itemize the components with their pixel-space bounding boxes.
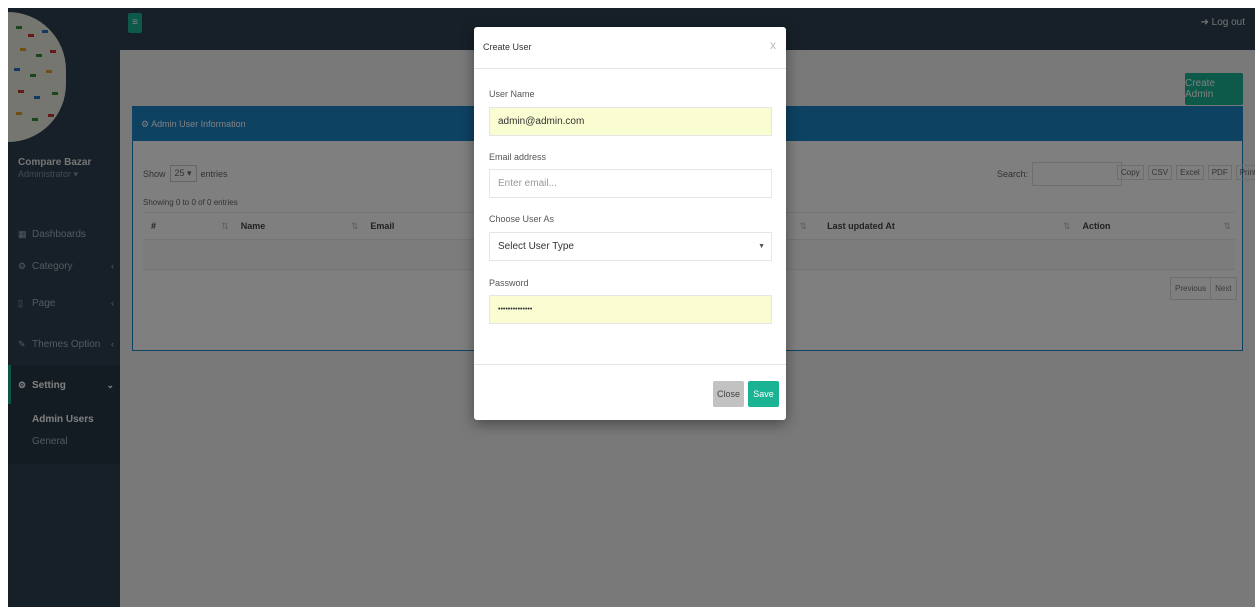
close-button[interactable]: Close [713,381,744,407]
email-label: Email address [489,152,547,162]
email-field[interactable]: Enter email... [489,169,772,198]
password-label: Password [489,278,529,288]
user-type-value: Select User Type [498,241,574,252]
user-type-label: Choose User As [489,214,555,224]
password-field[interactable]: •••••••••••••• [489,295,772,324]
create-user-modal: Create User x User Name admin@admin.com … [474,27,786,420]
modal-title: Create User [483,42,532,52]
user-type-select[interactable]: Select User Type ▼ [489,232,772,261]
username-field[interactable]: admin@admin.com [489,107,772,136]
modal-footer: Close Save [474,364,786,420]
username-label: User Name [489,89,535,99]
save-button[interactable]: Save [748,381,779,407]
app-window: Compare Bazar Administrator ▾ ▦ Dashboar… [8,8,1255,607]
modal-header: Create User x [474,27,786,69]
chevron-down-icon: ▼ [758,243,765,250]
close-icon[interactable]: x [770,38,776,52]
